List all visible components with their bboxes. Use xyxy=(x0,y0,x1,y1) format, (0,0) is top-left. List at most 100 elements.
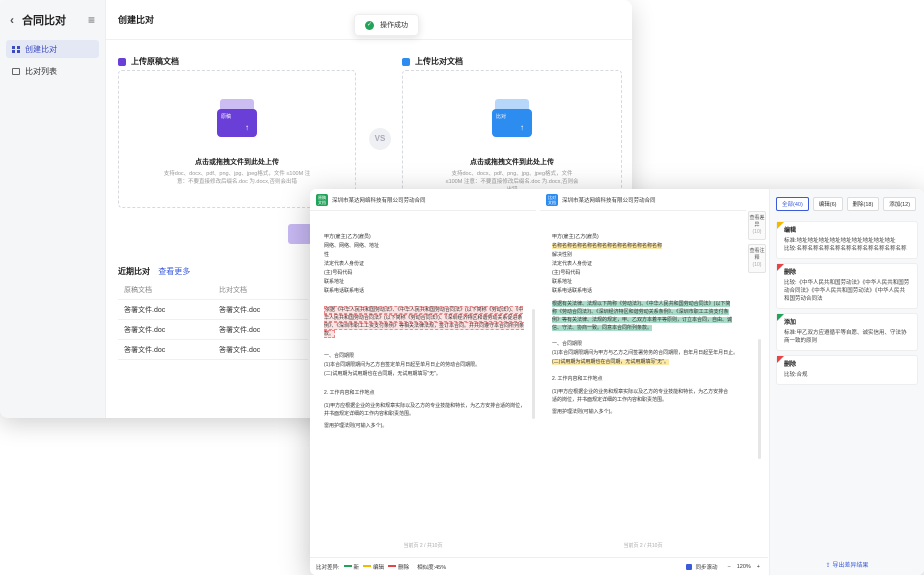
tab-label: 查看差异 xyxy=(749,215,765,228)
doc-line: 联系地址 xyxy=(324,279,345,285)
added-text[interactable]: 根据有关法律、法规以下简称《劳动法》)、《中华人民共和国劳动合同法》(以下简称《… xyxy=(552,301,733,331)
square-icon xyxy=(118,57,126,66)
zoom-controls: 同步滚动 − 120% + xyxy=(686,558,760,575)
square-icon xyxy=(402,57,410,66)
sidebar-header: ‹ 合同比对 ≡ xyxy=(0,0,105,40)
tab-label: 查看注释 xyxy=(749,248,765,261)
diff-card-text: 比较:《中华人民共和国劳动法》《中华人民共和国劳动合同法》《中华人民共和国劳动法… xyxy=(784,280,910,302)
doc-line: (1)本合同期限期间为甲方与乙方之间签署劳务的合同期限，自年月日起至年月日止。 xyxy=(552,350,739,356)
toast-message: ✓ 操作成功 xyxy=(354,14,419,36)
compare-document-pane: 比对 文档 深圳市某达网络科技有限公司劳动合同 甲方(雇主)乙方(雇员) 名称名… xyxy=(540,189,746,557)
recent-title: 近期比对 xyxy=(118,267,150,276)
document-tag: 原稿 文档 xyxy=(316,193,328,206)
doc-section-title: 2. 工作内容和工作地点 xyxy=(324,390,375,396)
diff-card[interactable]: 编辑 标准:地址地址地址地址地址地址地址地址地址 比较:名称名称名称名称名称名称… xyxy=(776,221,918,259)
sidebar-item-label: 创建比对 xyxy=(25,44,57,54)
sidebar: ‹ 合同比对 ≡ 创建比对 比对列表 xyxy=(0,0,106,418)
diff-card[interactable]: 删除 比较:《中华人民共和国劳动法》《中华人民共和国劳动合同法》《中华人民共和国… xyxy=(776,263,918,309)
upload-main-text: 点击或拖拽文件到此处上传 xyxy=(470,159,554,166)
view-more-link[interactable]: 查看更多 xyxy=(158,267,190,276)
sidebar-item-create[interactable]: 创建比对 xyxy=(6,40,99,58)
doc-line: 法定代表人身份证 xyxy=(552,261,593,267)
doc-line: 性 xyxy=(324,252,330,258)
diff-card-title: 编辑 xyxy=(784,228,797,234)
doc-line: (1)本合同期限期间为乙方自签定单月日起至单月日止的劳动合同期限。 xyxy=(324,362,481,368)
similarity-value: 相似度:45% xyxy=(417,564,447,571)
doc-line: 雷用护理法则(可输入多个)。 xyxy=(552,409,616,415)
view-annotations-tab[interactable]: 查看注释 (10) xyxy=(748,244,766,273)
table-cell: 答署文件.doc xyxy=(124,326,166,334)
zoom-out-button[interactable]: − xyxy=(727,564,730,570)
start-compare-button[interactable] xyxy=(288,224,312,244)
doc-line: (主)号码代码 xyxy=(552,270,581,276)
sync-scroll-checkbox[interactable] xyxy=(686,564,693,570)
table-cell: 答署文件.doc xyxy=(124,306,166,314)
sidebar-item-list[interactable]: 比对列表 xyxy=(6,62,99,80)
legend-item: 删除 xyxy=(398,564,410,571)
diff-legend-label: 比对差异: xyxy=(316,564,340,571)
diff-card-text: 比较:名称名称名称名称名称名称名称名称名称名称 xyxy=(784,246,907,252)
diff-card-title: 删除 xyxy=(784,270,797,276)
table-row[interactable]: 答署文件.doc 答署文件.doc xyxy=(118,300,308,320)
grid-icon xyxy=(12,45,20,53)
sync-scroll-label: 同步滚动 xyxy=(695,565,718,571)
upload-original-dropzone[interactable]: 原稿 ↑ 点击或拖拽文件到此处上传 支持doc、docx、pdf、png、jpg… xyxy=(118,70,356,208)
tab-all[interactable]: 全部(40) xyxy=(776,197,809,211)
column-header: 原稿文档 xyxy=(124,286,152,294)
scrollbar[interactable] xyxy=(532,309,535,419)
upload-sub-text: 支持doc、docx、pdf、png、jpg、jpeg格式，文件 ≤100M 注… xyxy=(163,171,311,185)
diff-card-text: 比较:合规 xyxy=(784,372,808,378)
export-diff-button[interactable]: ⇪ 导出差异结果 xyxy=(770,560,924,569)
doc-section-title: 一、合同期限 xyxy=(324,353,355,359)
table-cell: 答署文件.doc xyxy=(124,346,166,354)
tab-count: (10) xyxy=(752,229,762,235)
folder-icon: 比对 ↑ xyxy=(492,99,532,137)
upload-original-label: 上传原稿文档 xyxy=(118,56,179,67)
document-title: 深圳市某达网络科技有限公司劳动合同 xyxy=(562,197,656,204)
page-indicator: 当前页 2 / 共10页 xyxy=(623,543,663,549)
zoom-in-button[interactable]: + xyxy=(757,564,760,570)
doc-paragraph: (1)甲方应根据企业的业务和规章实际以及乙方的专业技能和特长，为乙方安排合适的岗… xyxy=(324,403,526,417)
diff-card-text: 标准:地址地址地址地址地址地址地址地址地址 xyxy=(784,238,896,244)
legend-swatch xyxy=(363,565,372,567)
doc-line: 联系地址 xyxy=(552,279,573,285)
upload-compare-dropzone[interactable]: 比对 ↑ 点击或拖拽文件到此处上传 支持doc、docx、pdf、png、jpg… xyxy=(402,70,622,208)
doc-line: 法定代表人身份证 xyxy=(324,261,365,267)
upload-main-text: 点击或拖拽文件到此处上传 xyxy=(195,159,279,166)
doc-line: (主)号码代码 xyxy=(324,270,353,276)
diff-card-text: 标准:甲乙双方应遵循平等自愿、诚实信用、守法协商一致的原则 xyxy=(784,330,907,344)
table-row[interactable]: 答署文件.doc 答署文件.doc xyxy=(118,320,308,340)
tab-edit[interactable]: 编辑(6) xyxy=(812,197,843,211)
doc-line: (二)试用期为试用期也在合同期，无试用期填写"无"。 xyxy=(324,371,441,377)
doc-line: 解决性别 xyxy=(552,252,573,258)
view-differences-tab[interactable]: 查看差异 (10) xyxy=(748,211,766,240)
doc-paragraph: (1)甲方应根据企业的业务和规章实际以及乙方的专业技能和特长，为乙方安排合适的岗… xyxy=(552,389,729,403)
document-header: 比对 文档 深圳市某达网络科技有限公司劳动合同 xyxy=(540,189,746,211)
scrollbar[interactable] xyxy=(758,339,761,459)
folder-icon: 原稿 ↑ xyxy=(217,99,257,137)
recent-table: 原稿文档 比对文档 答署文件.doc 答署文件.doc 答署文件.doc 答署文… xyxy=(118,280,308,360)
doc-line: 联系电话联系电话 xyxy=(324,288,365,294)
check-icon: ✓ xyxy=(365,20,374,30)
diff-card[interactable]: 添加 标准:甲乙双方应遵循平等自愿、诚实信用、守法协商一致的原则 xyxy=(776,313,918,351)
doc-line: 甲方(雇主)乙方(雇员) xyxy=(324,234,371,240)
doc-line: 雷用护理法则(可输入多个)。 xyxy=(324,423,388,429)
edited-text[interactable]: (二)试用期为试用期也在合同期，无试用期填写"无"。 xyxy=(552,359,669,365)
filter-tabs: 全部(40) 编辑(6) 删除(18) 添加(12) xyxy=(770,189,924,217)
table-row[interactable]: 答署文件.doc 答署文件.doc xyxy=(118,340,308,360)
edited-text[interactable]: 名称名称名称名称名称名称名称名称名称名称名称 xyxy=(552,243,663,249)
legend-swatch xyxy=(388,565,397,567)
side-tabs: 查看差异 (10) 查看注释 (10) xyxy=(748,211,766,277)
legend-item: 编辑 xyxy=(373,564,385,571)
folder-tag: 原稿 xyxy=(221,114,232,120)
upload-compare-label: 上传比对文档 xyxy=(402,56,463,67)
tab-add[interactable]: 添加(12) xyxy=(883,197,917,211)
menu-icon[interactable]: ≡ xyxy=(88,13,95,27)
diff-card[interactable]: 删除 比较:合规 xyxy=(776,355,918,385)
legend-item: 新 xyxy=(353,564,360,571)
sidebar-title: 合同比对 xyxy=(22,15,66,27)
tab-delete[interactable]: 删除(18) xyxy=(846,197,880,211)
vs-badge: VS xyxy=(369,128,391,150)
back-icon[interactable]: ‹ xyxy=(10,13,14,27)
deleted-text[interactable]: 依据《中华人民共和国劳动法》、《中华人民共和国劳动合同法》(以下简称《劳动法》)… xyxy=(324,306,525,338)
